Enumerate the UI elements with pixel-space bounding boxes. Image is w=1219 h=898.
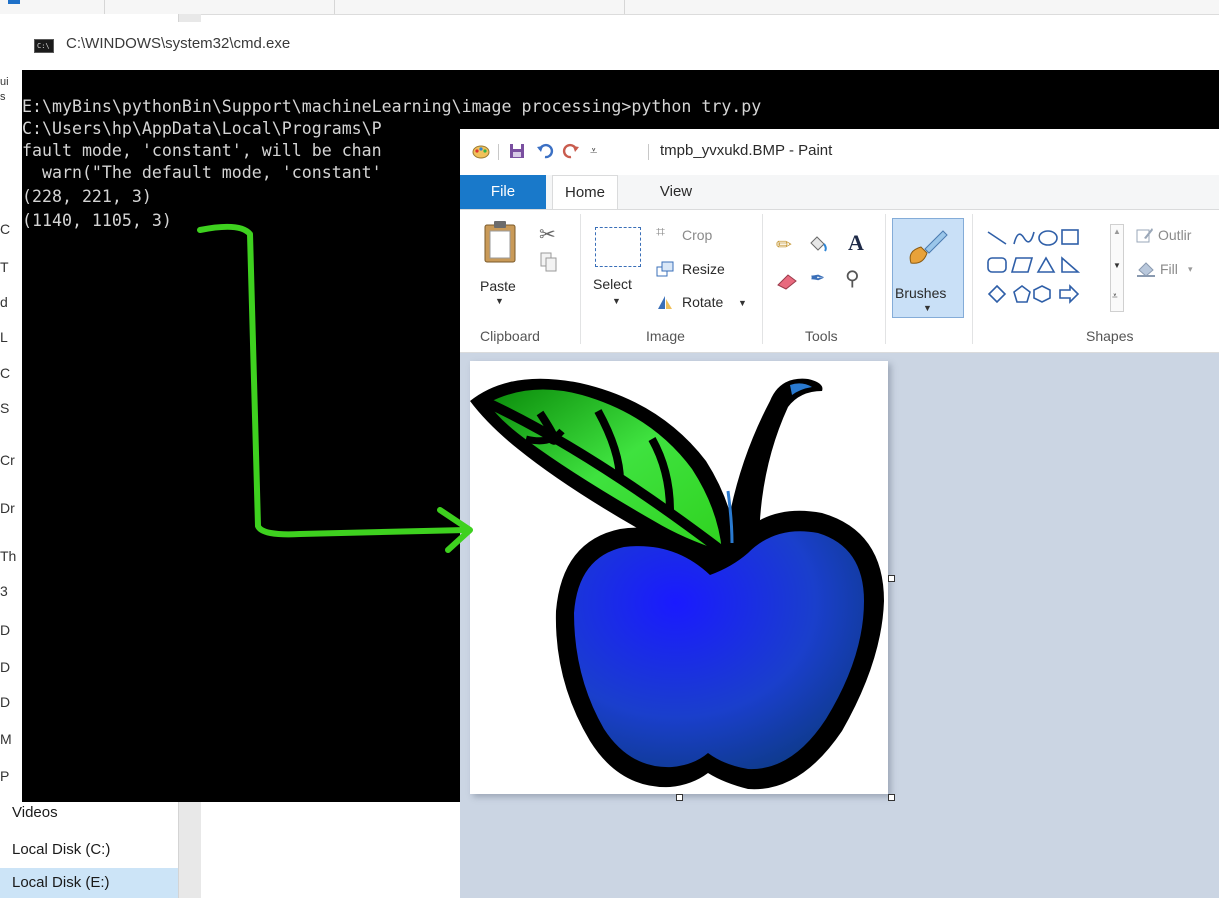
select-button[interactable]: Select xyxy=(593,276,632,292)
nav-partial-label[interactable]: D xyxy=(0,659,16,675)
resize-handle-corner[interactable] xyxy=(888,794,895,801)
ribbon-separator xyxy=(972,214,973,344)
nav-partial-label[interactable]: Th xyxy=(0,548,16,564)
nav-partial-label[interactable]: L xyxy=(0,329,16,345)
console-line: warn("The default mode, 'constant' xyxy=(22,163,382,182)
cmd-title-bar[interactable]: C:\ C:\WINDOWS\system32\cmd.exe xyxy=(22,22,1219,70)
ribbon-separator xyxy=(580,214,581,344)
nav-item-videos[interactable]: Videos xyxy=(0,798,178,828)
eraser-icon[interactable] xyxy=(776,272,798,290)
rotate-button[interactable]: Rotate xyxy=(682,294,723,310)
select-dropdown-icon[interactable]: ▼ xyxy=(612,296,621,306)
apple-image xyxy=(470,378,884,790)
paint-window-title: tmpb_yvxukd.BMP - Paint xyxy=(660,142,833,159)
explorer-top-strip xyxy=(0,0,1219,15)
ribbon-separator xyxy=(885,214,886,344)
shapes-gallery[interactable] xyxy=(986,226,1106,312)
resize-handle-right[interactable] xyxy=(888,575,895,582)
select-rect-icon[interactable] xyxy=(595,227,641,267)
fill-bucket-icon[interactable] xyxy=(806,232,828,254)
nav-partial-label: ui xyxy=(0,76,9,88)
tab-file[interactable]: File xyxy=(460,175,546,209)
cmd-icon: C:\ xyxy=(34,39,54,53)
ribbon-tabs: File Home View xyxy=(460,175,1219,210)
qat-separator xyxy=(498,144,499,160)
nav-partial-label[interactable]: Dr xyxy=(0,500,16,516)
explorer-tab-segment xyxy=(104,0,335,14)
crop-button[interactable]: Crop xyxy=(682,227,712,243)
fill-button[interactable]: Fill xyxy=(1160,261,1178,277)
nav-partial-label[interactable]: D xyxy=(0,622,16,638)
tab-home[interactable]: Home xyxy=(552,175,618,210)
console-line: (1140, 1105, 3) xyxy=(22,211,172,230)
rotate-dropdown-icon[interactable]: ▼ xyxy=(738,298,747,308)
paste-dropdown-icon[interactable]: ▼ xyxy=(495,296,504,306)
resize-button[interactable]: Resize xyxy=(682,261,725,277)
shapes-more-icon[interactable]: ⩡ xyxy=(1112,291,1118,302)
brush-icon xyxy=(909,230,948,264)
nav-partial-label[interactable]: T xyxy=(0,259,16,275)
qat-customize-icon[interactable]: ⩡ xyxy=(590,143,597,159)
outline-icon[interactable] xyxy=(1136,226,1154,244)
paint-workspace xyxy=(460,353,1219,898)
paint-title-bar[interactable]: ⩡ tmpb_yvxukd.BMP - Paint xyxy=(460,129,1219,176)
undo-icon[interactable] xyxy=(536,142,554,160)
magnifier-icon[interactable]: ⚲ xyxy=(845,266,860,291)
fill-dropdown-icon[interactable]: ▾ xyxy=(1188,264,1193,275)
brushes-dropdown-icon: ▼ xyxy=(923,303,932,313)
nav-partial-label[interactable]: 3 xyxy=(0,583,16,599)
pencil-icon[interactable]: ✏ xyxy=(776,234,792,257)
color-picker-icon[interactable]: ✒ xyxy=(810,268,825,289)
tab-view[interactable]: View xyxy=(646,175,706,209)
paint-window: ⩡ tmpb_yvxukd.BMP - Paint File Home View… xyxy=(460,129,1219,898)
brushes-label: Brushes xyxy=(895,285,947,301)
cmd-window-title: C:\WINDOWS\system32\cmd.exe xyxy=(66,35,291,52)
scroll-up-icon[interactable]: ▲ xyxy=(1113,227,1121,236)
nav-partial-label[interactable]: Cr xyxy=(0,452,16,468)
resize-handle-bottom[interactable] xyxy=(676,794,683,801)
save-icon[interactable] xyxy=(508,142,526,160)
nav-partial-label[interactable]: S xyxy=(0,400,16,416)
redo-icon[interactable] xyxy=(562,142,580,160)
console-line: E:\myBins\pythonBin\Support\machineLearn… xyxy=(22,97,762,116)
paint-palette-icon[interactable] xyxy=(472,142,490,160)
rotate-icon[interactable] xyxy=(656,294,674,310)
nav-partial-label: s xyxy=(0,91,6,103)
outline-button[interactable]: Outlir xyxy=(1158,227,1191,243)
explorer-tab-segment xyxy=(334,0,625,14)
nav-partial-label[interactable]: C xyxy=(0,365,16,381)
fill-icon[interactable] xyxy=(1136,260,1156,278)
paste-clipboard-icon[interactable] xyxy=(482,220,518,264)
ribbon-separator xyxy=(762,214,763,344)
cut-icon[interactable]: ✂ xyxy=(539,222,556,247)
resize-icon[interactable] xyxy=(656,261,674,277)
console-line: C:\Users\hp\AppData\Local\Programs\P xyxy=(22,119,382,138)
drawing-canvas[interactable] xyxy=(470,361,888,794)
crop-icon[interactable]: ⌗ xyxy=(656,224,665,242)
ribbon-home: Paste ▼ ✂ Clipboard Select ▼ ⌗ Crop Resi… xyxy=(460,209,1219,353)
shapes-scroll[interactable]: ▲ ▼ ⩡ xyxy=(1110,224,1124,312)
nav-partial-label[interactable]: P xyxy=(0,768,16,784)
nav-partial-label[interactable]: C xyxy=(0,221,16,237)
nav-item-local-disk-c[interactable]: Local Disk (C:) xyxy=(0,835,178,865)
nav-partial-label[interactable]: D xyxy=(0,694,16,710)
console-line: (228, 221, 3) xyxy=(22,187,152,206)
text-tool-icon[interactable]: A xyxy=(848,230,864,256)
explorer-accent-mark xyxy=(8,0,20,4)
brushes-button[interactable]: Brushes ▼ xyxy=(892,218,964,318)
nav-partial-label[interactable]: d xyxy=(0,294,16,310)
clipboard-group-label: Clipboard xyxy=(480,328,540,344)
console-line: fault mode, 'constant', will be chan xyxy=(22,141,382,160)
tools-group-label: Tools xyxy=(805,328,838,344)
nav-partial-label[interactable]: M xyxy=(0,731,16,747)
shapes-group-label: Shapes xyxy=(1086,328,1134,344)
scroll-down-icon[interactable]: ▼ xyxy=(1113,261,1121,270)
paste-button[interactable]: Paste xyxy=(480,278,516,294)
qat-separator xyxy=(648,144,649,160)
copy-icon[interactable] xyxy=(540,252,558,272)
nav-item-local-disk-e[interactable]: Local Disk (E:) xyxy=(0,868,178,898)
image-group-label: Image xyxy=(646,328,685,344)
